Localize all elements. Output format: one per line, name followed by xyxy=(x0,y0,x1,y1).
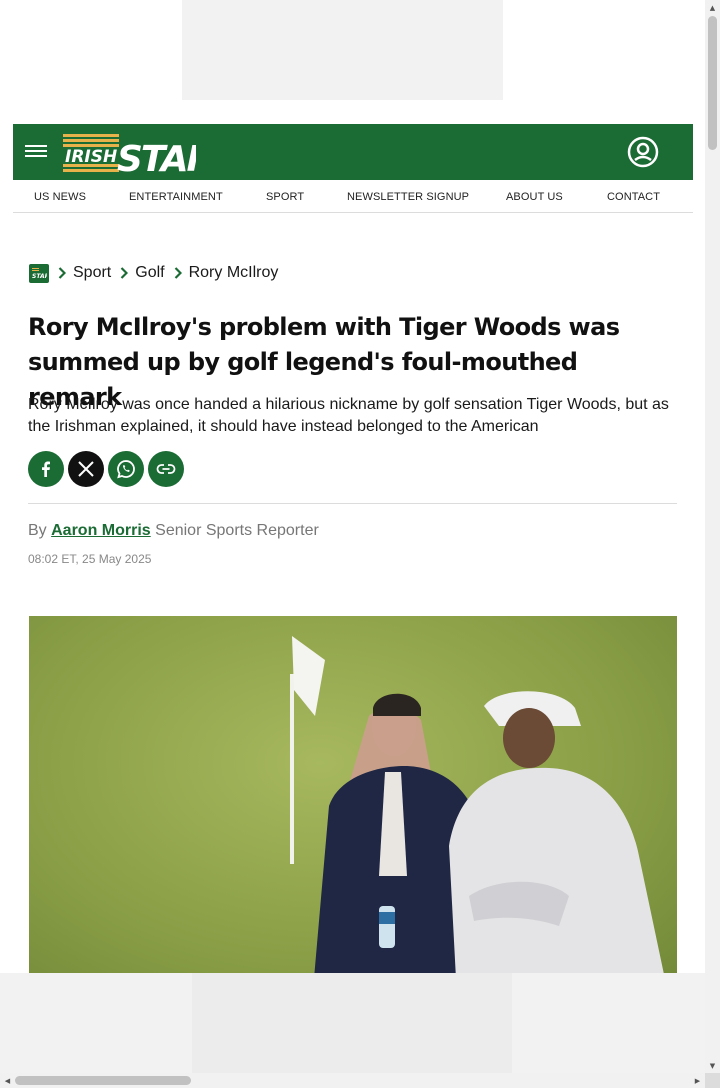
horizontal-scrollbar[interactable]: ◀ ▶ xyxy=(0,1073,705,1088)
svg-text:STAR: STAR xyxy=(117,139,196,174)
link-icon xyxy=(156,464,176,474)
svg-text:IRISH: IRISH xyxy=(65,147,117,167)
svg-text:STAR: STAR xyxy=(32,273,47,279)
breadcrumb-sport[interactable]: Sport xyxy=(73,264,111,282)
nav-item-contact[interactable]: CONTACT xyxy=(607,191,660,203)
menu-button[interactable] xyxy=(25,142,47,162)
scroll-down-icon[interactable]: ▼ xyxy=(708,1061,717,1070)
x-icon xyxy=(78,461,94,477)
scroll-right-icon[interactable]: ▶ xyxy=(693,1076,702,1085)
nav-item-us-news[interactable]: US NEWS xyxy=(34,191,86,203)
site-logo[interactable]: IRISH STAR xyxy=(61,130,214,180)
share-bar xyxy=(28,451,184,487)
breadcrumb-rory-mcilroy[interactable]: Rory McIlroy xyxy=(189,264,279,282)
facebook-icon xyxy=(42,461,50,477)
byline-prefix: By xyxy=(28,522,47,539)
share-x-button[interactable] xyxy=(68,451,104,487)
breadcrumb-golf[interactable]: Golf xyxy=(135,264,164,282)
scroll-up-icon[interactable]: ▲ xyxy=(708,3,717,12)
share-whatsapp-button[interactable] xyxy=(108,451,144,487)
masthead: IRISH STAR xyxy=(13,124,693,180)
nav-item-entertainment[interactable]: ENTERTAINMENT xyxy=(129,191,223,203)
bottom-ad-creative xyxy=(192,973,512,1073)
vertical-scrollbar[interactable]: ▲ ▼ xyxy=(705,0,720,1073)
share-facebook-button[interactable] xyxy=(28,451,64,487)
top-ad-slot xyxy=(182,0,503,100)
home-logo-icon: STAR xyxy=(32,268,47,279)
irish-star-logo: IRISH STAR xyxy=(63,134,214,180)
nav-item-about-us[interactable]: ABOUT US xyxy=(506,191,563,203)
byline: By Aaron Morris Senior Sports Reporter xyxy=(28,522,319,540)
author-role: Senior Sports Reporter xyxy=(155,522,319,539)
copy-link-button[interactable] xyxy=(148,451,184,487)
publish-date: 08:02 ET, 25 May 2025 xyxy=(28,552,152,566)
browser-viewport: IRISH STAR US NEWS ENTERTAINMENT SPORT N… xyxy=(0,0,705,1073)
chevron-right-icon xyxy=(53,265,71,281)
user-circle-icon xyxy=(627,136,659,168)
breadcrumb: STAR Sport Golf Rory McIlroy xyxy=(29,262,278,284)
main-nav: US NEWS ENTERTAINMENT SPORT NEWSLETTER S… xyxy=(13,180,693,213)
chevron-right-icon xyxy=(115,265,133,281)
scrollbar-corner xyxy=(705,1073,720,1088)
nav-item-newsletter-signup[interactable]: NEWSLETTER SIGNUP xyxy=(347,191,469,203)
nav-item-sport[interactable]: SPORT xyxy=(266,191,304,203)
chevron-right-icon xyxy=(169,265,187,281)
author-link[interactable]: Aaron Morris xyxy=(51,522,151,539)
divider xyxy=(28,503,677,504)
whatsapp-icon xyxy=(117,460,135,479)
article-standfirst: Rory McIlroy was once handed a hilarious… xyxy=(28,396,669,435)
bottom-ad-slot xyxy=(0,973,705,1073)
scroll-left-icon[interactable]: ◀ xyxy=(3,1076,12,1085)
horizontal-scroll-thumb[interactable] xyxy=(15,1076,191,1085)
account-button[interactable] xyxy=(627,136,659,168)
vertical-scroll-thumb[interactable] xyxy=(708,16,717,150)
hamburger-icon xyxy=(25,145,47,147)
breadcrumb-home[interactable]: STAR xyxy=(29,263,49,283)
